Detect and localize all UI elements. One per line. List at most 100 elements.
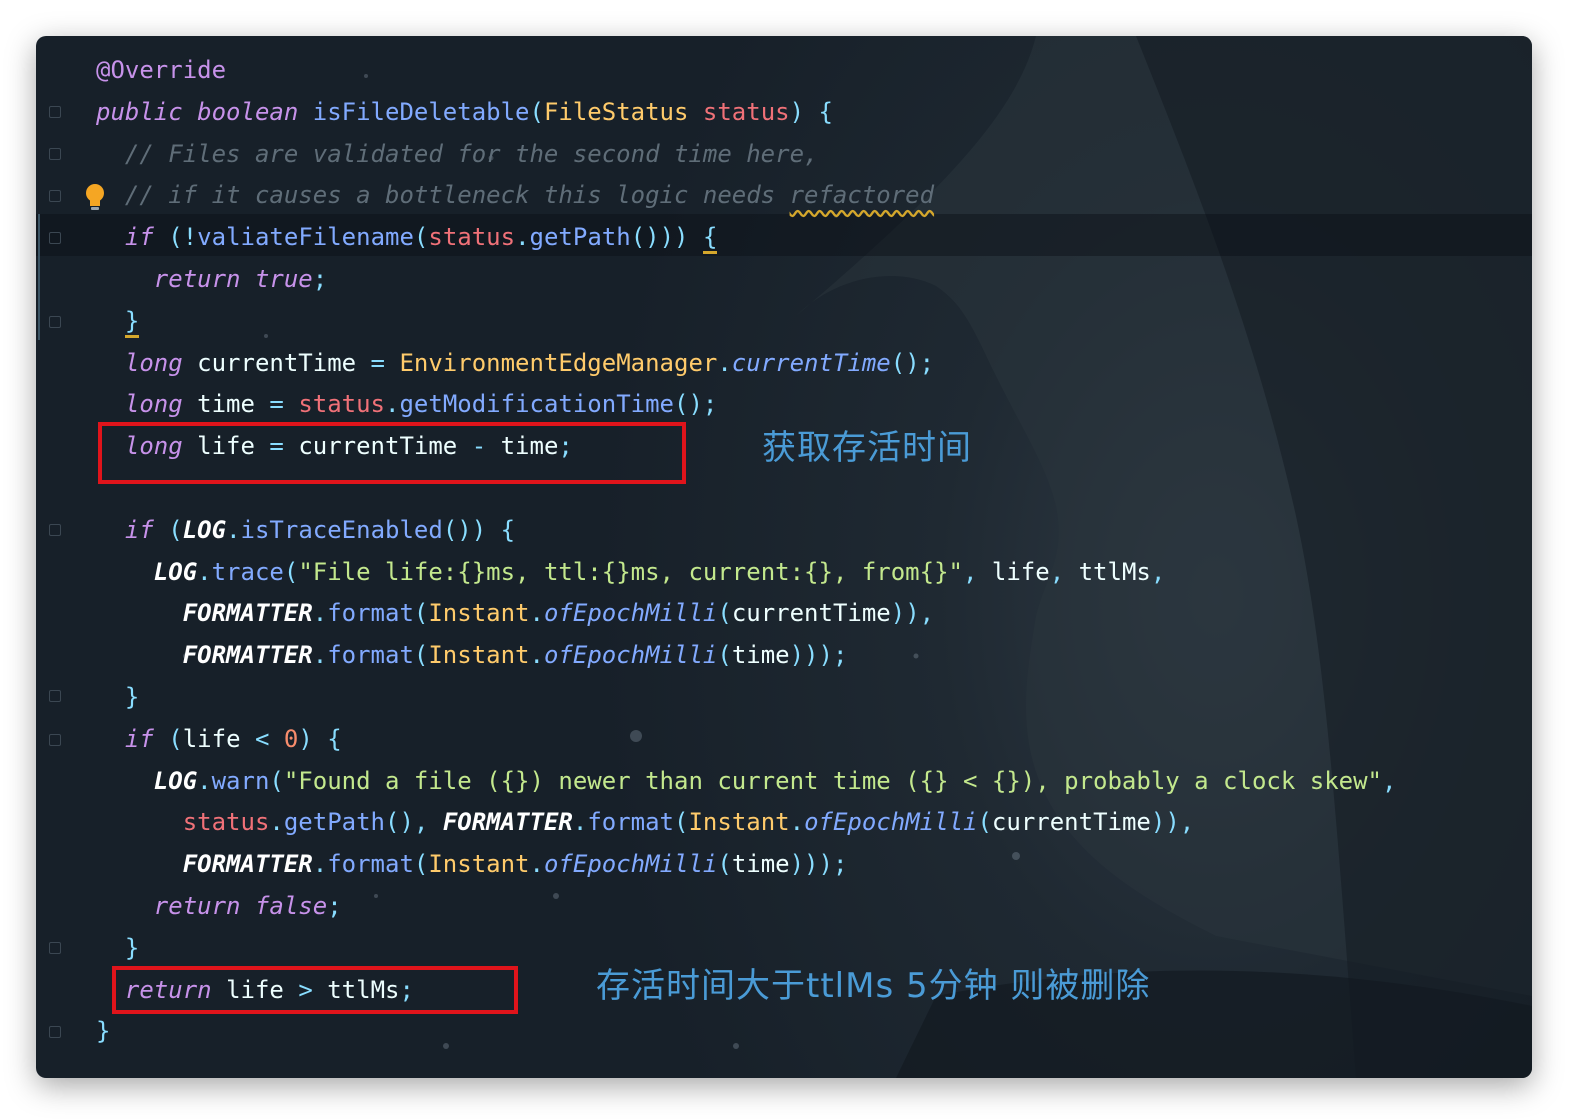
code-token: ( — [413, 641, 429, 670]
fold-marker[interactable] — [49, 734, 61, 746]
code-token: . — [572, 808, 588, 837]
fold-marker[interactable] — [49, 690, 61, 702]
fold-marker[interactable] — [49, 942, 61, 954]
code-line[interactable]: FORMATTER.format(Instant.ofEpochMilli(ti… — [96, 844, 1396, 886]
fold-marker[interactable] — [49, 1026, 61, 1038]
code-line[interactable]: @Override — [96, 50, 1396, 92]
code-token: status — [428, 223, 516, 252]
code-line[interactable]: if (!valiateFilename(status.getPath())) … — [96, 217, 1396, 259]
highlight-box-return — [112, 966, 518, 1014]
code-token: FORMATTER — [182, 641, 313, 670]
code-line[interactable]: return false; — [96, 886, 1396, 928]
code-token: = — [370, 348, 400, 377]
code-token: currentTime — [731, 599, 891, 628]
code-line[interactable]: status.getPath(), FORMATTER.format(Insta… — [96, 802, 1396, 844]
code-token: long — [124, 390, 198, 419]
code-token: isTraceEnabled — [240, 515, 443, 544]
code-token: ( — [529, 97, 544, 126]
code-token: ; — [312, 264, 328, 293]
code-token: return — [153, 264, 255, 293]
code-token: ( — [269, 766, 284, 795]
code-token: ( — [283, 557, 299, 586]
code-token: )), — [890, 599, 935, 628]
code-token: . — [197, 766, 212, 795]
code-token: FORMATTER — [182, 599, 313, 628]
code-line[interactable]: // if it causes a bottleneck this logic … — [96, 175, 1396, 217]
code-line[interactable]: FORMATTER.format(Instant.ofEpochMilli(cu… — [96, 593, 1396, 635]
code-token: ; — [327, 891, 342, 920]
code-token: . — [312, 641, 328, 670]
code-line[interactable]: long currentTime = EnvironmentEdgeManage… — [96, 343, 1396, 385]
code-line[interactable]: long time = status.getModificationTime()… — [96, 384, 1396, 426]
code-token: < — [254, 724, 284, 753]
code-token: EnvironmentEdgeManager — [399, 348, 718, 377]
code-line[interactable]: FORMATTER.format(Instant.ofEpochMilli(ti… — [96, 635, 1396, 677]
code-token: . — [515, 223, 530, 252]
code-token: ) { — [298, 724, 342, 753]
code-token: status — [182, 808, 270, 837]
code-token: LOG — [153, 766, 198, 795]
code-token: trace — [211, 557, 284, 586]
code-token: ( — [717, 599, 732, 628]
fold-marker[interactable] — [49, 148, 61, 160]
fold-marker[interactable] — [49, 316, 61, 328]
fold-marker[interactable] — [49, 190, 61, 202]
code-token: @Override — [96, 56, 227, 84]
editor-gutter — [36, 36, 88, 1078]
code-token: ofEpochMilli — [804, 808, 978, 837]
code-token: ( — [413, 850, 429, 879]
code-token: ( — [168, 515, 183, 544]
code-token: Instant — [428, 850, 530, 879]
code-block[interactable]: @Override public boolean isFileDeletable(… — [96, 50, 1396, 1053]
code-token: , — [1150, 557, 1166, 586]
code-token: ofEpochMilli — [543, 850, 718, 879]
code-token: Instant — [428, 599, 530, 628]
code-token: if — [124, 724, 169, 753]
code-line[interactable]: public boolean isFileDeletable(FileStatu… — [96, 92, 1396, 134]
code-line[interactable]: } — [96, 301, 1396, 343]
code-token: FileStatus — [543, 97, 703, 126]
code-token: status — [702, 97, 790, 126]
code-token: format — [327, 850, 414, 879]
code-line[interactable]: // Files are validated for the second ti… — [96, 134, 1396, 176]
code-token: , — [1049, 557, 1079, 586]
code-token: (! — [168, 223, 198, 252]
fold-marker[interactable] — [49, 106, 61, 118]
code-line[interactable]: } — [96, 1011, 1396, 1053]
code-token: . — [269, 808, 284, 837]
annotation-note-survival-time: 获取存活时间 — [762, 428, 972, 468]
code-line[interactable]: return true; — [96, 259, 1396, 301]
code-token: time — [731, 641, 790, 670]
code-token: false — [254, 891, 328, 920]
code-line[interactable]: } — [96, 677, 1396, 719]
code-line[interactable]: LOG.trace("File life:{}ms, ttl:{}ms, cur… — [96, 552, 1396, 594]
code-token: life — [182, 724, 255, 753]
code-token: status — [298, 390, 386, 419]
code-token: currentTime — [197, 348, 371, 377]
code-token: . — [717, 348, 732, 377]
code-token: valiateFilename — [197, 223, 414, 252]
code-token: format — [327, 599, 414, 628]
code-token: . — [529, 599, 544, 628]
code-line[interactable]: LOG.warn("Found a file ({}) newer than c… — [96, 761, 1397, 803]
code-line[interactable]: if (life < 0) { — [96, 719, 1396, 761]
fold-marker[interactable] — [49, 232, 61, 244]
fold-marker[interactable] — [49, 524, 61, 536]
code-token: currentTime — [731, 348, 891, 377]
code-token: ))); — [789, 850, 848, 879]
code-token: ()) { — [442, 515, 516, 544]
annotation-note-deletion-rule: 存活时间大于ttlMs 5分钟 则被删除 — [596, 966, 1151, 1006]
code-token: , — [962, 557, 992, 586]
code-token: format — [587, 808, 675, 837]
code-token: ( — [717, 850, 732, 879]
code-token: ofEpochMilli — [543, 641, 718, 670]
code-token: (), — [385, 808, 443, 837]
code-token: { — [702, 223, 718, 255]
code-line[interactable]: if (LOG.isTraceEnabled()) { — [96, 510, 1396, 552]
